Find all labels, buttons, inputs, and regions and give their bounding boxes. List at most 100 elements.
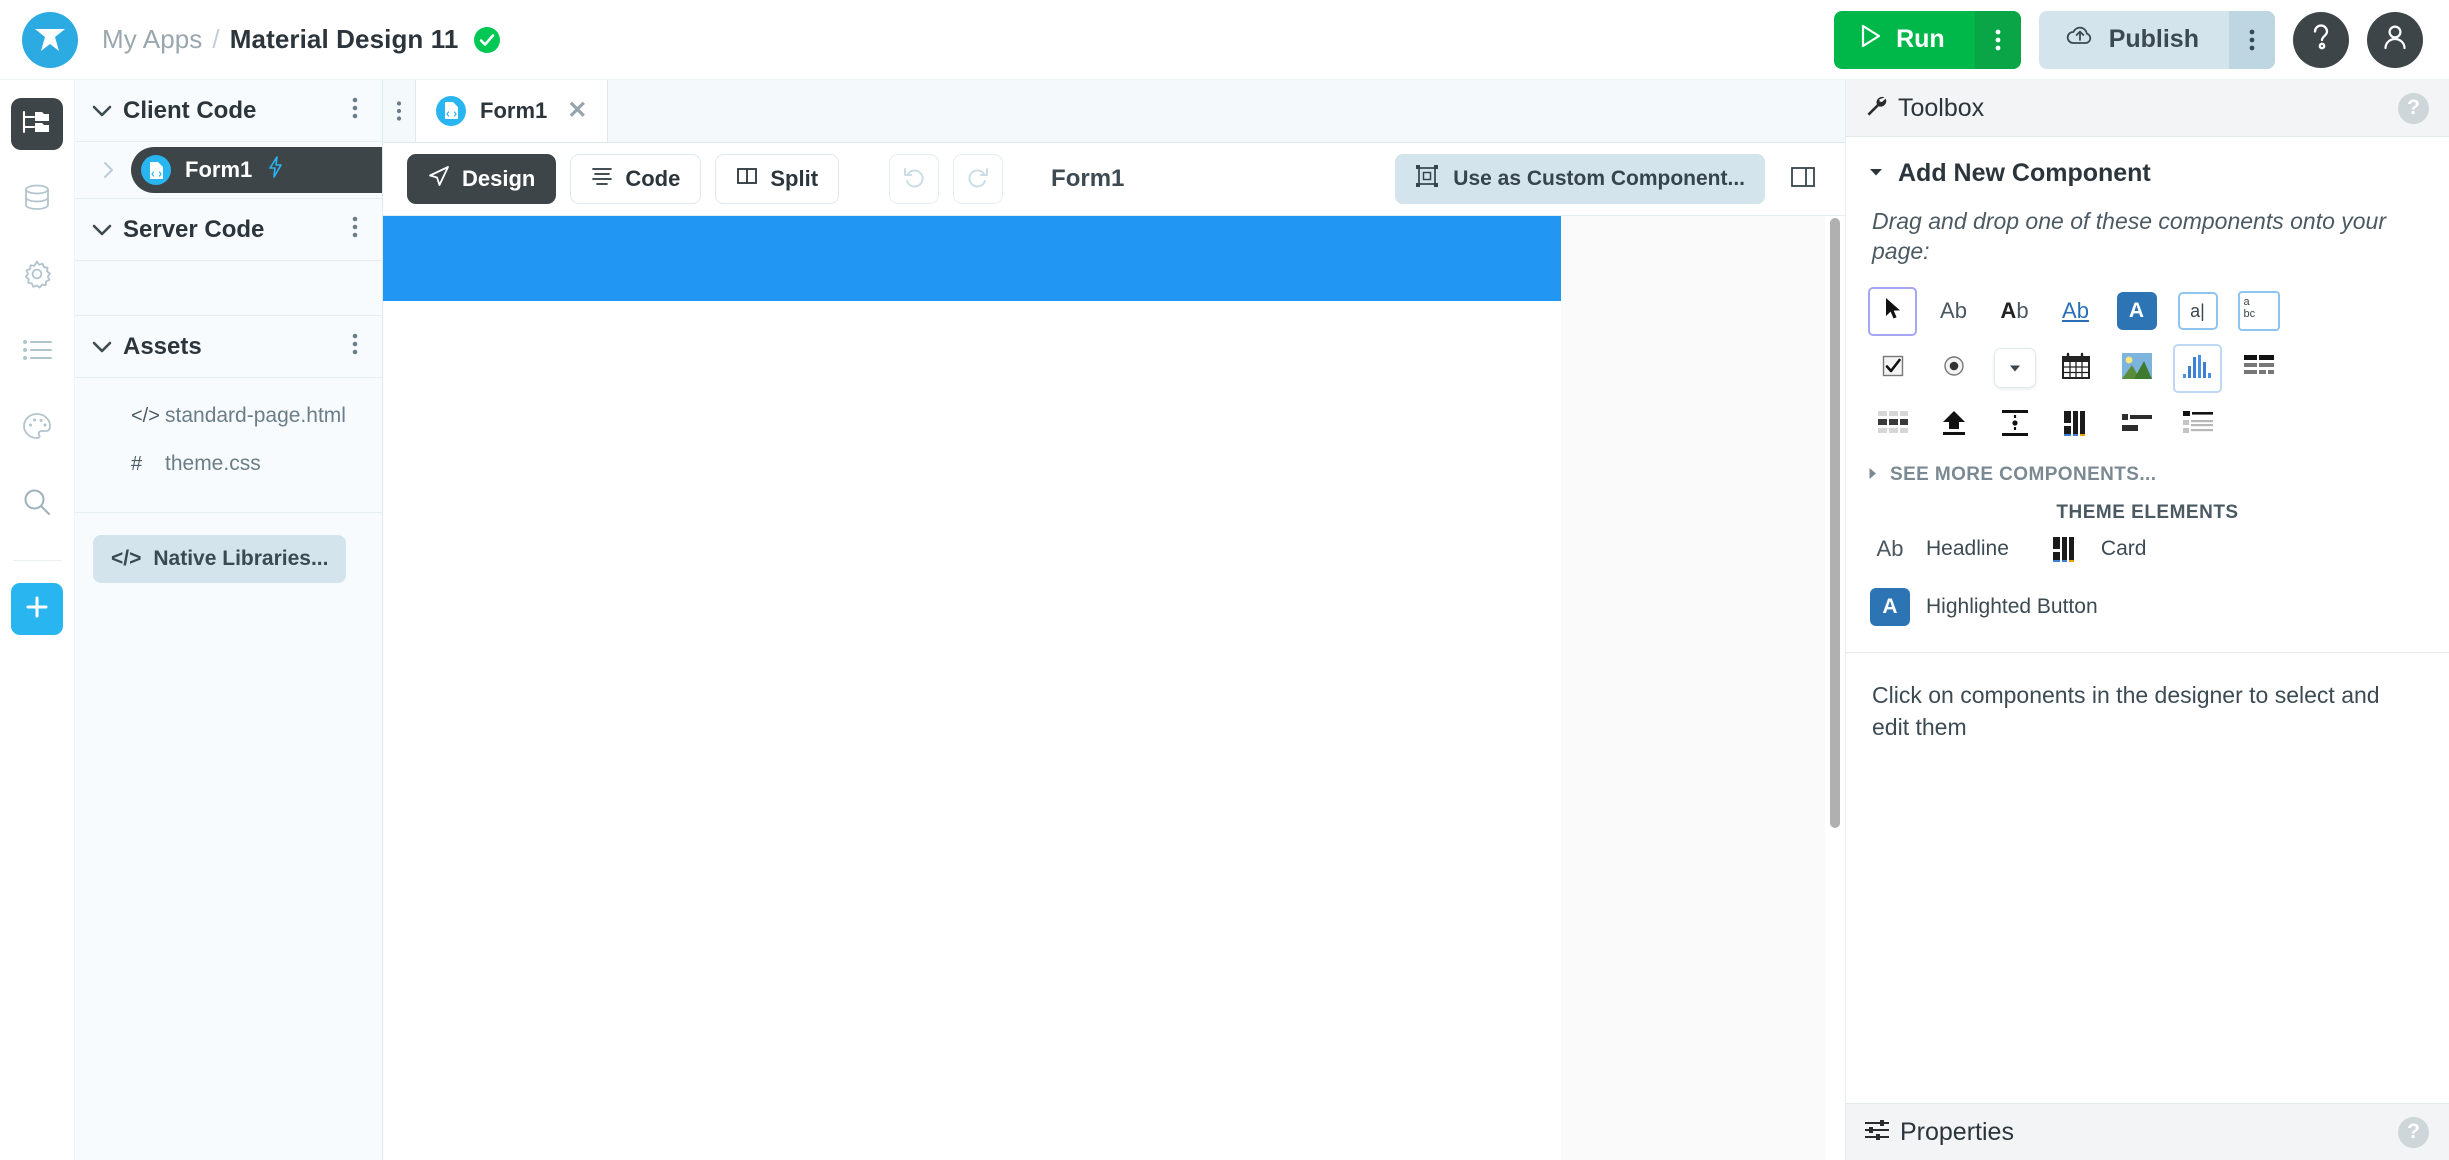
native-libraries-button[interactable]: </> Native Libraries... [93,535,346,583]
publish-button-label: Publish [2109,25,2199,54]
text-box-icon: a| [2178,292,2218,330]
canvas-page-body[interactable] [383,301,1561,1160]
code-tag-icon: </> [111,547,141,571]
filepanel-footer: </> Native Libraries... [75,513,382,605]
redo-button[interactable] [953,154,1003,204]
use-as-custom-component-button[interactable]: Use as Custom Component... [1395,154,1765,204]
properties-header[interactable]: Properties ? [1846,1103,2449,1160]
code-lines-icon [591,166,613,192]
textbox-component[interactable]: a| [2173,287,2222,336]
top-bar: My Apps / Material Design 11 Run [0,0,2449,80]
spacer-icon [2001,410,2029,441]
chevron-down-icon[interactable] [89,340,115,354]
rail-item-app-logs[interactable] [11,326,63,378]
theme-elements-row-1: Ab Headline Card [1846,528,2449,570]
account-button[interactable] [2367,12,2423,68]
assets-body: </> standard-page.html # theme.css [75,378,382,513]
help-circle-icon[interactable]: ? [2398,1117,2429,1148]
breadcrumb-my-apps[interactable]: My Apps [102,24,202,55]
canvas-scrollbar[interactable] [1825,216,1845,1160]
breadcrumb: My Apps / Material Design 11 [102,24,500,55]
theme-item-headline[interactable]: Ab Headline [1868,536,2009,562]
question-mark-icon [2310,22,2332,57]
mode-split-button[interactable]: Split [715,154,839,204]
help-circle-icon[interactable]: ? [2398,93,2429,124]
plot-component[interactable] [2173,344,2222,393]
rail-item-theme[interactable] [11,402,63,454]
datepicker-component[interactable] [2051,344,2100,393]
link-ab-icon: Ab [2062,298,2089,324]
link-component[interactable]: Ab [2051,287,2100,336]
close-icon[interactable]: ✕ [567,96,587,125]
dropdown-icon [1994,348,2036,388]
rail-item-search[interactable] [11,478,63,530]
columnpanel-component[interactable] [2051,401,2100,450]
toggle-side-panel-button[interactable] [1779,155,1827,203]
button-component[interactable]: A [2112,287,2161,336]
section-client-code-menu[interactable] [346,92,364,129]
run-button-label: Run [1896,25,1945,54]
rail-item-app-settings[interactable] [11,250,63,302]
run-menu-button[interactable] [1975,11,2021,69]
label-component[interactable]: Ab [1929,287,1978,336]
publish-button[interactable]: Publish [2039,11,2229,69]
undo-button[interactable] [889,154,939,204]
caret-down-icon [1868,165,1884,183]
theme-item-card[interactable]: Card [2043,536,2147,562]
form1-tree-item[interactable]: Form1 [131,147,382,193]
icon-rail [0,80,75,1160]
textarea-component[interactable]: abc [2234,287,2283,336]
chevron-right-icon[interactable] [95,160,121,180]
asset-item-theme-css[interactable]: # theme.css [75,440,382,488]
mode-code-button[interactable]: Code [570,154,701,204]
rail-item-data-tables[interactable] [11,174,63,226]
palette-icon [22,412,52,445]
app-header-bar[interactable] [383,216,1561,301]
section-assets-menu[interactable] [346,328,364,365]
gear-icon [22,259,52,294]
checkbox-component[interactable] [1868,344,1917,393]
section-server-code-menu[interactable] [346,211,364,248]
mode-design-button[interactable]: Design [407,154,556,204]
flowpanel-component[interactable] [2112,401,2161,450]
anvil-logo-icon[interactable] [22,12,78,68]
richtext-component[interactable] [2173,401,2222,450]
canvas-scrollbar-thumb[interactable] [1830,218,1840,828]
repeatingpanel-component[interactable] [1868,401,1917,450]
see-more-components-button[interactable]: SEE MORE COMPONENTS... [1846,454,2449,492]
add-new-component-header[interactable]: Add New Component [1846,137,2449,198]
chevron-down-icon[interactable] [89,223,115,237]
rich-text-icon [2183,411,2213,440]
help-button[interactable] [2293,12,2349,68]
theme-item-highlighted-button[interactable]: A Highlighted Button [1868,588,2098,626]
app-browser-panel: Client Code Form1 [75,80,383,1160]
form1-tree-label: Form1 [185,157,252,183]
publish-menu-button[interactable] [2229,11,2275,69]
repeating-panel-icon [1878,411,1908,440]
tabstrip-menu-button[interactable] [383,79,415,142]
properties-title: Properties [1900,1118,2398,1147]
top-actions: Run Publish [1834,11,2423,69]
tab-form1[interactable]: Form1 ✕ [415,79,608,142]
mode-code-label: Code [625,166,680,192]
add-new-button[interactable] [11,583,63,635]
breadcrumb-app-name[interactable]: Material Design 11 [230,24,459,55]
chevron-down-icon[interactable] [89,104,115,118]
drag-drop-hint: Drag and drop one of these components on… [1846,198,2449,271]
dropdown-component[interactable] [1990,344,2039,393]
pointer-tool[interactable] [1868,287,1917,336]
run-button[interactable]: Run [1834,11,1975,69]
rail-item-app-browser[interactable] [11,98,63,150]
image-component[interactable] [2112,344,2161,393]
asset-item-standard-page[interactable]: </> standard-page.html [75,392,382,440]
design-canvas[interactable] [383,216,1825,1160]
native-libraries-label: Native Libraries... [153,547,328,571]
bold-label-component[interactable]: Ab [1990,287,2039,336]
spacer-component[interactable] [1990,401,2039,450]
calendar-icon [2061,352,2091,385]
datagrid-component[interactable] [2234,344,2283,393]
radiobutton-component[interactable] [1929,344,1978,393]
toolbox-body: Add New Component Drag and drop one of t… [1846,137,2449,1103]
plus-icon [23,593,51,626]
fileloader-component[interactable] [1929,401,1978,450]
